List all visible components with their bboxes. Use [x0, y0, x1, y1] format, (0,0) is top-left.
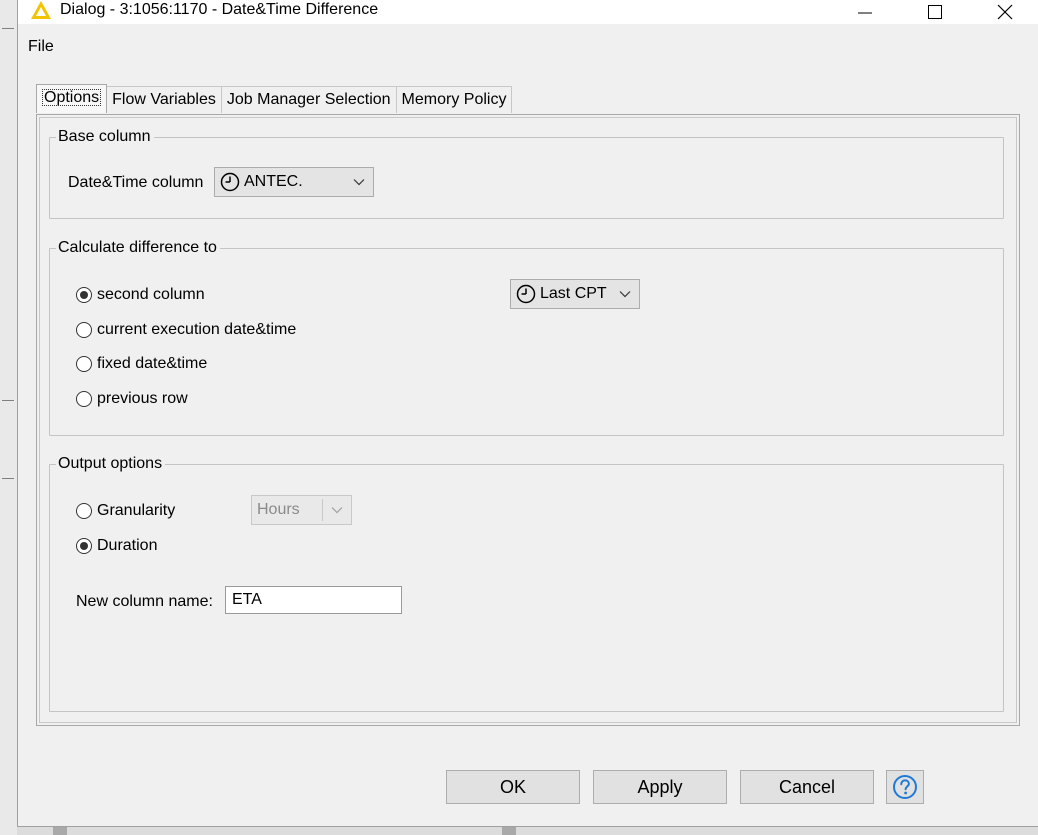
- tab-options[interactable]: Options: [36, 84, 108, 113]
- help-icon: [893, 775, 917, 799]
- second-column-select[interactable]: Last CPT: [510, 279, 640, 309]
- radio-granularity-label: Granularity: [97, 502, 176, 519]
- menu-bar: File: [18, 34, 1038, 58]
- tab-flow-variables[interactable]: Flow Variables: [106, 86, 222, 113]
- granularity-select[interactable]: Hours: [251, 495, 352, 525]
- second-column-value: Last CPT: [540, 285, 607, 302]
- radio-duration-label: Duration: [97, 537, 158, 554]
- minimize-icon: [858, 12, 872, 14]
- radio-indicator: [76, 287, 92, 303]
- radio-second-column-label: second column: [97, 286, 205, 303]
- tab-strip: Options Flow Variables Job Manager Selec…: [36, 84, 513, 114]
- cancel-button[interactable]: Cancel: [740, 770, 874, 804]
- background-app-edge: [0, 0, 18, 835]
- chevron-down-icon: [331, 507, 343, 514]
- radio-second-column[interactable]: second column: [76, 286, 205, 304]
- radio-indicator: [76, 391, 92, 407]
- window-title: Dialog - 3:1056:1170 - Date&Time Differe…: [60, 1, 379, 18]
- apply-button[interactable]: Apply: [593, 770, 727, 804]
- tab-memory-policy[interactable]: Memory Policy: [395, 86, 513, 113]
- granularity-value: Hours: [257, 501, 300, 518]
- close-button[interactable]: [982, 0, 1028, 24]
- radio-fixed-date-time-label: fixed date&time: [97, 355, 208, 372]
- minimize-button[interactable]: [842, 0, 888, 24]
- ok-button[interactable]: OK: [446, 770, 580, 804]
- radio-duration[interactable]: Duration: [76, 537, 157, 555]
- calculate-difference-group: Calculate difference to second column cu…: [49, 239, 1004, 436]
- radio-indicator: [76, 538, 92, 554]
- maximize-button[interactable]: [912, 0, 958, 24]
- options-panel: Base column Date&Time column ANTEC. Calc…: [36, 114, 1020, 726]
- calculate-difference-legend: Calculate difference to: [56, 239, 220, 257]
- menu-file[interactable]: File: [28, 38, 54, 56]
- dialog-window: Dialog - 3:1056:1170 - Date&Time Differe…: [17, 0, 1038, 827]
- tab-job-manager-selection[interactable]: Job Manager Selection: [220, 86, 397, 113]
- radio-fixed-date-time[interactable]: fixed date&time: [76, 355, 207, 373]
- combo-separator: [322, 499, 323, 521]
- maximize-icon: [928, 5, 942, 19]
- help-button[interactable]: [886, 770, 924, 804]
- radio-indicator: [76, 503, 92, 519]
- new-column-name-input[interactable]: [225, 586, 402, 614]
- background-app-bottom: [17, 826, 1038, 835]
- radio-previous-row-label: previous row: [97, 390, 188, 407]
- chevron-down-icon: [619, 291, 631, 298]
- base-column-legend: Base column: [56, 128, 154, 146]
- output-options-group: Output options Granularity Hours Duratio…: [49, 455, 1004, 712]
- chevron-down-icon: [353, 179, 365, 186]
- radio-current-execution[interactable]: current execution date&time: [76, 321, 296, 339]
- radio-indicator: [76, 356, 92, 372]
- radio-current-execution-label: current execution date&time: [97, 321, 297, 338]
- radio-previous-row[interactable]: previous row: [76, 390, 188, 408]
- output-options-legend: Output options: [56, 455, 166, 473]
- knime-warning-icon: [31, 1, 51, 19]
- title-bar[interactable]: Dialog - 3:1056:1170 - Date&Time Differe…: [18, 0, 1038, 24]
- date-time-column-label: Date&Time column: [68, 174, 204, 191]
- new-column-name-label: New column name:: [76, 593, 213, 610]
- clock-icon: [516, 284, 536, 304]
- radio-granularity[interactable]: Granularity: [76, 502, 175, 520]
- clock-icon: [220, 172, 240, 192]
- close-icon: [997, 4, 1013, 20]
- date-time-column-value: ANTEC.: [244, 173, 303, 190]
- radio-indicator: [76, 322, 92, 338]
- date-time-column-select[interactable]: ANTEC.: [214, 167, 374, 197]
- base-column-group: Base column Date&Time column ANTEC.: [49, 128, 1004, 219]
